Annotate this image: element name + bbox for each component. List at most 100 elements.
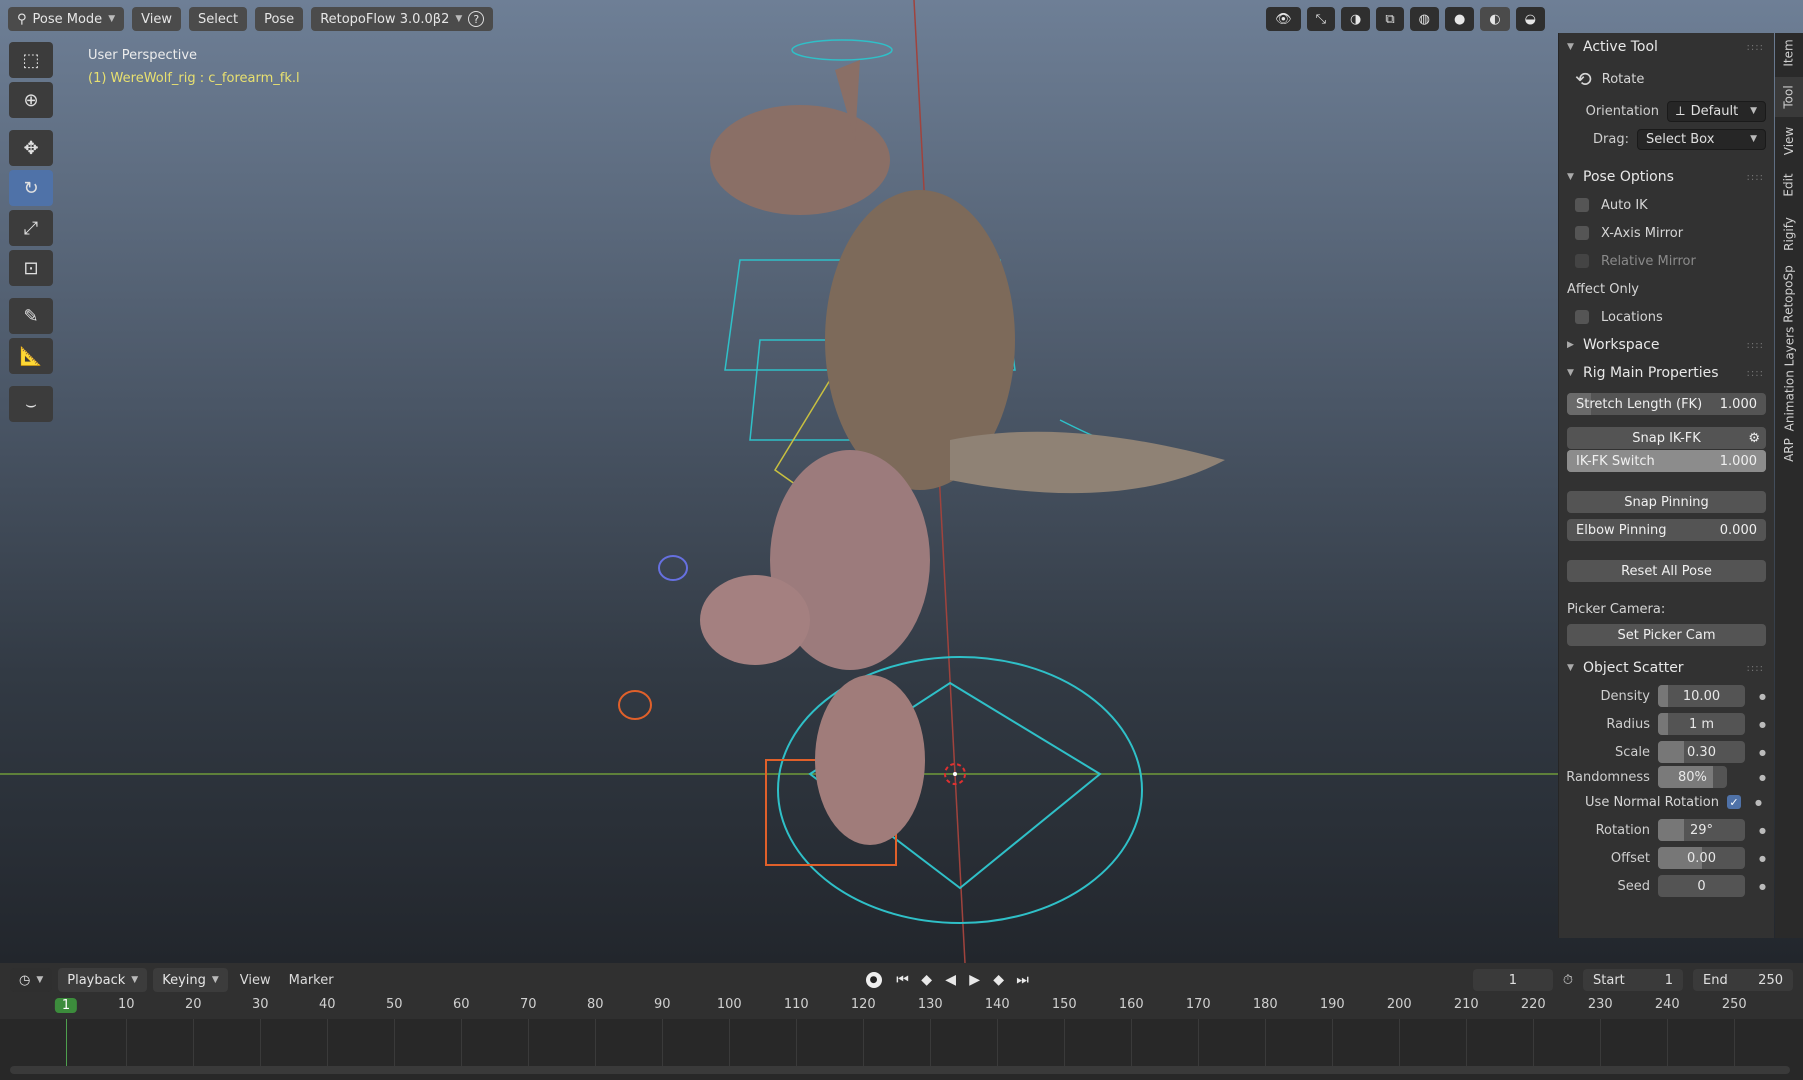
tab-rigify[interactable]: Rigify bbox=[1775, 209, 1803, 259]
timeline-scrollbar[interactable] bbox=[10, 1066, 1790, 1074]
keyframe-dot-icon[interactable]: ● bbox=[1759, 748, 1766, 757]
move-icon[interactable]: ✥ bbox=[9, 130, 53, 166]
tab-arp[interactable]: ARP bbox=[1775, 433, 1803, 467]
mode-selector[interactable]: ⚲ Pose Mode ▼ bbox=[8, 7, 125, 31]
timeline-ruler[interactable]: 1 10 20 30 40 50 60 70 80 90 100 110 120 130 140 150 160… bbox=[0, 997, 1803, 1069]
record-icon[interactable]: ● bbox=[865, 972, 882, 988]
cursor-icon[interactable]: ⊕ bbox=[9, 82, 53, 118]
set-picker-cam-button[interactable]: Set Picker Cam bbox=[1567, 624, 1766, 646]
checkmark-icon[interactable]: ✓ bbox=[1727, 795, 1741, 809]
grip-icon[interactable]: :::: bbox=[1747, 368, 1764, 379]
overlay-icon[interactable]: ◑ bbox=[1340, 7, 1371, 31]
editor-type-dropdown[interactable]: ◷ ▼ bbox=[10, 968, 53, 992]
frame-tick: 50 bbox=[386, 997, 403, 1012]
stretch-length-slider[interactable]: Stretch Length (FK) 1.000 bbox=[1567, 393, 1766, 415]
scatter-field-offset[interactable]: 0.00 bbox=[1657, 847, 1746, 869]
drag-dropdown[interactable]: Select Box ▼ bbox=[1637, 128, 1766, 150]
scatter-field-scale[interactable]: 0.30 bbox=[1657, 741, 1746, 763]
x-axis-mirror-checkbox[interactable]: X-Axis Mirror bbox=[1559, 219, 1774, 247]
start-frame-field[interactable]: Start 1 bbox=[1583, 969, 1683, 991]
curve-icon[interactable]: ⌣ bbox=[9, 386, 53, 422]
keyframe-dot-icon[interactable]: ● bbox=[1759, 692, 1766, 701]
menu-select[interactable]: Select bbox=[188, 7, 248, 31]
scale-icon[interactable]: ⤢ bbox=[9, 210, 53, 246]
play-icon[interactable]: ▶ bbox=[964, 972, 986, 988]
shading-solid-icon[interactable]: ● bbox=[1444, 7, 1475, 31]
playback-menu[interactable]: Playback ▼ bbox=[58, 968, 148, 992]
keyframe-dot-icon[interactable]: ● bbox=[1759, 882, 1766, 891]
affect-only-label-row: Affect Only bbox=[1559, 275, 1774, 303]
keyframe-dot-icon[interactable]: ● bbox=[1759, 854, 1766, 863]
keyframe-dot-icon[interactable]: ● bbox=[1759, 826, 1766, 835]
help-icon[interactable]: ? bbox=[468, 11, 485, 27]
jump-start-icon[interactable]: ⏮ bbox=[892, 972, 914, 988]
scatter-field-density[interactable]: 10.00 bbox=[1657, 685, 1746, 707]
tab-edit[interactable]: Edit bbox=[1775, 165, 1803, 205]
orientation-dropdown[interactable]: ⟂ Default ▼ bbox=[1667, 100, 1766, 122]
tab-tool[interactable]: Tool bbox=[1775, 77, 1803, 117]
timeline-view-menu[interactable]: View bbox=[234, 973, 277, 988]
shading-material-icon[interactable]: ◐ bbox=[1480, 7, 1510, 31]
scatter-field-radius[interactable]: 1 m bbox=[1657, 713, 1746, 735]
current-frame-field[interactable]: 1 bbox=[1472, 969, 1553, 991]
tab-retoposp[interactable]: RetopoSp bbox=[1775, 263, 1803, 325]
active-tool-header[interactable]: ▼ Active Tool:::: bbox=[1559, 33, 1774, 61]
timeline-marker-menu[interactable]: Marker bbox=[283, 973, 340, 988]
randomness-slider[interactable]: 80% bbox=[1657, 766, 1728, 788]
grip-icon[interactable]: :::: bbox=[1747, 663, 1764, 674]
3d-viewport[interactable]: ⚲ Pose Mode ▼ View Select Pose RetopoFlo… bbox=[0, 0, 1803, 963]
tab-animation-layers[interactable]: Animation Layers bbox=[1775, 327, 1803, 432]
jump-end-icon[interactable]: ⏭ bbox=[1012, 972, 1034, 988]
pose-options-header[interactable]: ▼ Pose Options:::: bbox=[1559, 163, 1774, 191]
play-reverse-icon[interactable]: ◀ bbox=[940, 972, 962, 988]
playhead[interactable]: 1 bbox=[54, 998, 78, 1013]
locations-checkbox[interactable]: Locations bbox=[1559, 303, 1774, 331]
reset-all-pose-button[interactable]: Reset All Pose bbox=[1567, 560, 1766, 582]
workspace-header[interactable]: ▶ Workspace:::: bbox=[1559, 331, 1774, 359]
keyframe-dot-icon[interactable]: ● bbox=[1759, 773, 1766, 782]
transform-icon[interactable]: ⊡ bbox=[9, 250, 53, 286]
checkbox-icon[interactable] bbox=[1575, 198, 1589, 212]
snap-ik-fk-button[interactable]: Snap IK-FK ⚙ bbox=[1567, 427, 1766, 449]
keyframe-dot-icon[interactable]: ● bbox=[1755, 798, 1762, 807]
checkbox-icon[interactable] bbox=[1575, 254, 1589, 268]
grip-icon[interactable]: :::: bbox=[1747, 340, 1764, 351]
menu-view[interactable]: View bbox=[132, 7, 181, 31]
stopwatch-icon[interactable]: ⏱ bbox=[1563, 973, 1573, 988]
rotate-icon[interactable]: ↻ bbox=[9, 170, 53, 206]
grip-icon[interactable]: :::: bbox=[1747, 42, 1764, 53]
keying-menu[interactable]: Keying ▼ bbox=[153, 968, 228, 992]
settings-icon[interactable]: ⚙ bbox=[1748, 431, 1760, 446]
grip-icon[interactable]: :::: bbox=[1747, 172, 1764, 183]
snap-pinning-button[interactable]: Snap Pinning bbox=[1567, 491, 1766, 513]
tab-view[interactable]: View bbox=[1775, 121, 1803, 161]
menu-pose[interactable]: Pose bbox=[255, 7, 304, 31]
shading-rendered-icon[interactable]: ◒ bbox=[1515, 7, 1545, 31]
frame-gridline bbox=[1466, 1019, 1468, 1067]
measure-icon[interactable]: 📐 bbox=[9, 338, 53, 374]
tab-item[interactable]: Item bbox=[1775, 33, 1803, 73]
annotate-icon[interactable]: ✎ bbox=[9, 298, 53, 334]
select-box-icon[interactable]: ⬚ bbox=[9, 42, 53, 78]
gizmo-icon[interactable]: ⤡ bbox=[1306, 7, 1335, 31]
xray-icon[interactable]: ⧉ bbox=[1376, 7, 1404, 31]
keyframe-dot-icon[interactable]: ● bbox=[1759, 720, 1766, 729]
snap-ik-fk-label: Snap IK-FK bbox=[1632, 430, 1701, 446]
retopoflow-menu[interactable]: RetopoFlow 3.0.0β2 ▼ ? bbox=[311, 7, 494, 31]
relative-mirror-checkbox[interactable]: Relative Mirror bbox=[1559, 247, 1774, 275]
pose-icon: ⚲ bbox=[17, 11, 27, 27]
scatter-field-seed[interactable]: 0 bbox=[1657, 875, 1746, 897]
checkbox-icon[interactable] bbox=[1575, 310, 1589, 324]
checkbox-icon[interactable] bbox=[1575, 226, 1589, 240]
prev-keyframe-icon[interactable]: ◆ bbox=[916, 972, 938, 988]
shading-wireframe-icon[interactable]: ◍ bbox=[1409, 7, 1439, 31]
scatter-field-rotation[interactable]: 29° bbox=[1657, 819, 1746, 841]
object-scatter-header[interactable]: ▼ Object Scatter:::: bbox=[1559, 654, 1774, 682]
ik-fk-switch-slider[interactable]: IK-FK Switch 1.000 bbox=[1567, 450, 1766, 472]
rig-main-properties-header[interactable]: ▼ Rig Main Properties:::: bbox=[1559, 359, 1774, 387]
end-frame-field[interactable]: End 250 bbox=[1693, 969, 1793, 991]
next-keyframe-icon[interactable]: ◆ bbox=[988, 972, 1010, 988]
auto-ik-checkbox[interactable]: Auto IK bbox=[1559, 191, 1774, 219]
elbow-pinning-slider[interactable]: Elbow Pinning 0.000 bbox=[1567, 519, 1766, 541]
visibility-icon[interactable]: 👁 bbox=[1266, 7, 1301, 31]
